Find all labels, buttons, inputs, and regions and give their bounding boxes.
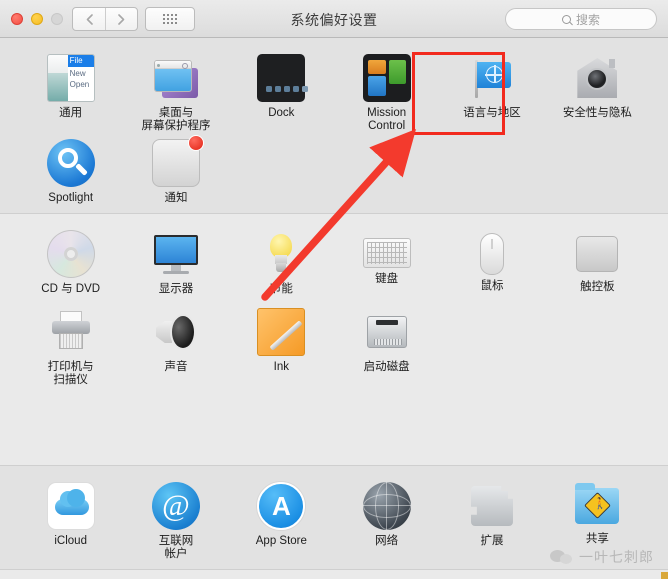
notification-badge <box>187 135 204 151</box>
startup-disk-icon <box>363 308 411 356</box>
pref-pane-network[interactable]: 网络 <box>334 476 439 561</box>
search-placeholder: 搜索 <box>575 12 600 27</box>
section-personal-grid: File New Open 通用 桌面与 屏幕保护程序 Dock Mission… <box>0 38 668 213</box>
pref-label: 声音 <box>164 361 188 373</box>
pref-label: Dock <box>268 107 295 119</box>
pref-label: iCloud <box>54 535 87 547</box>
pref-label: 通知 <box>164 192 188 204</box>
pref-label: 安全性与隐私 <box>562 107 632 119</box>
pref-pane-language-region[interactable]: 语言与地区 <box>439 48 544 133</box>
pref-pane-mouse[interactable]: 鼠标 <box>439 224 544 302</box>
pref-pane-security-privacy[interactable]: 安全性与隐私 <box>545 48 650 133</box>
pref-pane-spotlight[interactable]: Spotlight <box>18 133 123 211</box>
notifications-icon <box>151 135 204 187</box>
pref-pane-startup-disk[interactable]: 启动磁盘 <box>334 302 439 387</box>
language-region-icon <box>468 54 516 102</box>
pref-label: 网络 <box>375 535 399 547</box>
pref-label: Spotlight <box>48 192 94 204</box>
pref-label: 节能 <box>269 283 293 295</box>
section-personal: File New Open 通用 桌面与 屏幕保护程序 Dock Mission… <box>0 38 668 213</box>
pref-pane-general[interactable]: File New Open 通用 <box>18 48 123 133</box>
pref-pane-sound[interactable]: 声音 <box>123 302 228 387</box>
displays-icon <box>152 230 200 278</box>
pref-label: Mission Control <box>367 107 407 132</box>
pref-label: 桌面与 屏幕保护程序 <box>141 107 211 132</box>
general-icon: File New Open <box>46 54 95 102</box>
search-icon <box>561 14 571 24</box>
pref-label: 扩展 <box>480 535 504 547</box>
trackpad-icon <box>576 236 619 272</box>
ink-icon <box>257 308 306 356</box>
section-system-grid: 用户与群组 👪 家长控制 Siri JUL 18 <box>0 570 668 579</box>
pref-label: 通用 <box>59 107 83 119</box>
wechat-logo-icon <box>550 549 572 565</box>
section-hardware: CD 与 DVD 显示器 节能 键盘 鼠标 触控板 打印机与 扫描仪 声音 In… <box>0 214 668 465</box>
dock-icon <box>257 54 309 102</box>
pref-pane-desktop-screensaver[interactable]: 桌面与 屏幕保护程序 <box>123 48 228 133</box>
security-privacy-icon <box>573 54 621 102</box>
printers-scanners-icon <box>47 308 95 356</box>
watermark-text: 一叶七刺郎 <box>579 549 654 565</box>
mouse-icon <box>479 233 504 275</box>
pref-label: App Store <box>255 535 307 547</box>
window-titlebar: 系统偏好设置 搜索 <box>0 0 668 38</box>
pref-pane-energy-saver[interactable]: 节能 <box>229 224 334 302</box>
pref-pane-displays[interactable]: 显示器 <box>123 224 228 302</box>
resize-corner[interactable] <box>661 572 668 579</box>
sharing-icon <box>575 483 620 524</box>
mission-control-icon <box>362 54 411 102</box>
pref-pane-dock[interactable]: Dock <box>229 48 334 133</box>
spotlight-icon <box>46 139 95 187</box>
search-field[interactable]: 搜索 <box>505 8 657 30</box>
desktop-screensaver-icon <box>152 54 200 102</box>
pref-pane-cd-dvd[interactable]: CD 与 DVD <box>18 224 123 302</box>
icloud-icon <box>46 482 95 530</box>
pref-pane-ink[interactable]: Ink <box>229 302 334 387</box>
pref-label: 共享 <box>585 533 609 545</box>
pref-pane-icloud[interactable]: iCloud <box>18 476 123 561</box>
pref-pane-app-store[interactable]: A App Store <box>229 476 334 561</box>
pref-label: 触控板 <box>580 281 615 293</box>
section-system: 用户与群组 👪 家长控制 Siri JUL 18 <box>0 570 668 579</box>
watermark: 一叶七刺郎 <box>550 547 654 567</box>
system-preferences-window: 系统偏好设置 搜索 File New Open 通用 桌面与 屏幕保护程序 Do… <box>0 0 668 579</box>
sound-icon <box>152 308 200 356</box>
pref-pane-notifications[interactable]: 通知 <box>123 133 228 211</box>
pref-pane-printers-scanners[interactable]: 打印机与 扫描仪 <box>18 302 123 387</box>
pref-pane-internet-accounts[interactable]: @ 互联网 帐户 <box>123 476 228 561</box>
extensions-icon <box>470 486 513 526</box>
pref-label: 鼠标 <box>480 280 504 292</box>
pref-label: Ink <box>273 361 289 373</box>
pref-pane-extensions[interactable]: 扩展 <box>439 476 544 561</box>
pref-pane-mission-control[interactable]: Mission Control <box>334 48 439 133</box>
network-icon <box>362 482 411 530</box>
pref-label: 显示器 <box>158 283 194 295</box>
pref-pane-keyboard[interactable]: 键盘 <box>334 224 439 302</box>
section-hardware-grid: CD 与 DVD 显示器 节能 键盘 鼠标 触控板 打印机与 扫描仪 声音 In… <box>0 214 668 465</box>
app-store-icon: A <box>257 482 306 530</box>
pref-label: 键盘 <box>375 273 399 285</box>
internet-accounts-icon: @ <box>151 482 200 530</box>
pref-pane-trackpad[interactable]: 触控板 <box>545 224 650 302</box>
pref-label: 打印机与 扫描仪 <box>47 361 94 386</box>
keyboard-icon <box>362 238 411 268</box>
pref-label: 启动磁盘 <box>363 361 410 373</box>
preferences-content: File New Open 通用 桌面与 屏幕保护程序 Dock Mission… <box>0 38 668 579</box>
cd-dvd-icon <box>46 230 95 278</box>
energy-saver-icon <box>257 230 305 278</box>
pref-label: 互联网 帐户 <box>158 535 194 560</box>
pref-label: 语言与地区 <box>463 107 521 119</box>
pref-label: CD 与 DVD <box>41 283 101 295</box>
